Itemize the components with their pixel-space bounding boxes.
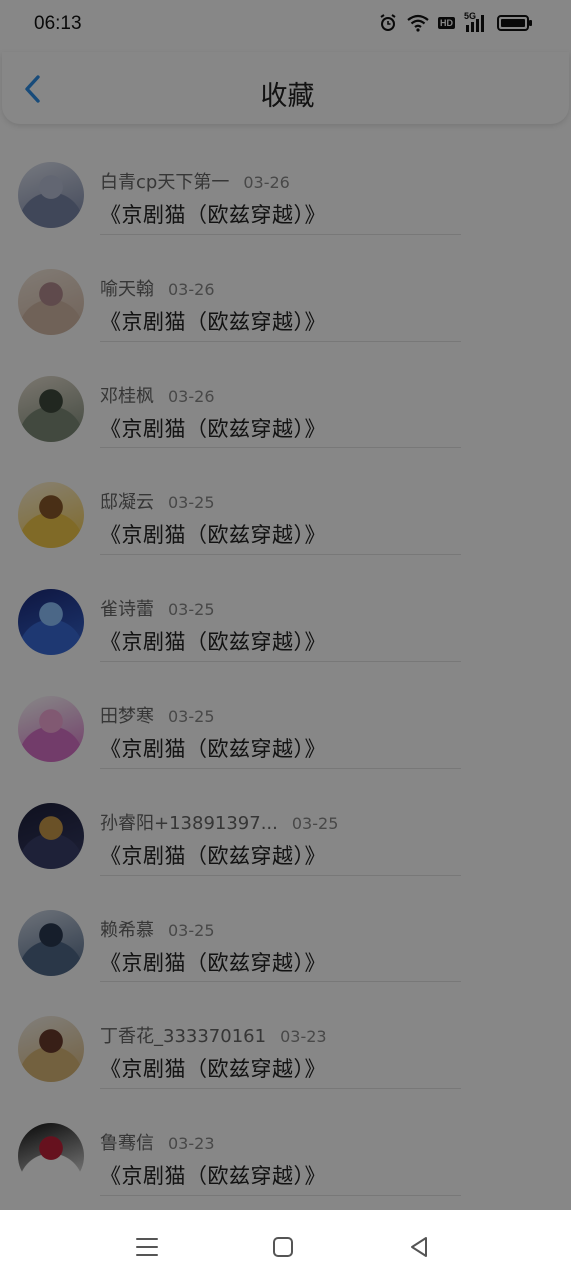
name-line: 邸凝云 03-25	[100, 488, 215, 514]
user-name: 鲁骞信	[100, 1133, 154, 1155]
user-name: 丁香花_333370161	[100, 1026, 267, 1048]
story-title[interactable]: 《京剧猫（欧兹穿越）》	[100, 626, 326, 656]
wifi-icon	[407, 14, 429, 32]
favorite-date: 03-25	[291, 813, 339, 833]
favorite-item[interactable]: 田梦寒 03-25 《京剧猫（欧兹穿越）》	[0, 660, 571, 769]
avatar[interactable]	[18, 1123, 84, 1190]
status-bar: 06:13 HD 5G	[0, 0, 571, 52]
avatar[interactable]	[18, 695, 84, 762]
name-line: 孙睿阳+13891397... 03-25	[100, 809, 338, 835]
name-line: 田梦寒 03-25	[100, 702, 215, 728]
story-title[interactable]: 《京剧猫（欧兹穿越）》	[100, 413, 326, 443]
menu-button[interactable]	[132, 1232, 162, 1262]
avatar[interactable]	[18, 589, 84, 656]
name-line: 白青cp天下第一 03-26	[100, 168, 290, 194]
name-line: 雀诗蕾 03-25	[100, 595, 215, 621]
user-name: 田梦寒	[100, 705, 154, 727]
favorite-item[interactable]: 鲁骞信 03-23 《京剧猫（欧兹穿越）》	[0, 1087, 571, 1196]
user-name: 雀诗蕾	[100, 599, 154, 621]
user-name: 喻天翰	[100, 278, 154, 300]
header: 收藏	[2, 52, 569, 124]
avatar[interactable]	[18, 162, 84, 228]
name-line: 丁香花_333370161 03-23	[100, 1022, 327, 1048]
name-line: 赖希慕 03-25	[100, 916, 215, 942]
avatar[interactable]	[18, 802, 84, 869]
avatar[interactable]	[18, 268, 84, 335]
story-title[interactable]: 《京剧猫（欧兹穿越）》	[100, 947, 326, 977]
divider	[100, 1194, 461, 1196]
home-icon	[273, 1237, 293, 1257]
favorite-item[interactable]: 邓桂枫 03-26 《京剧猫（欧兹穿越）》	[0, 340, 571, 449]
favorite-item[interactable]: 雀诗蕾 03-25 《京剧猫（欧兹穿越）》	[0, 553, 571, 662]
favorite-item[interactable]: 喻天翰 03-26 《京剧猫（欧兹穿越）》	[0, 233, 571, 342]
avatar[interactable]	[18, 1016, 84, 1083]
user-name: 白青cp天下第一	[100, 172, 230, 193]
story-title[interactable]: 《京剧猫（欧兹穿越）》	[100, 519, 326, 549]
favorite-date: 03-25	[168, 920, 215, 940]
favorite-date: 03-25	[168, 600, 215, 620]
name-line: 鲁骞信 03-23	[100, 1129, 215, 1155]
hd-icon: HD	[438, 17, 455, 29]
story-title[interactable]: 《京剧猫（欧兹穿越）》	[100, 1160, 326, 1190]
back-nav-button[interactable]	[404, 1232, 434, 1262]
favorite-item[interactable]: 白青cp天下第一 03-26 《京剧猫（欧兹穿越）》	[0, 126, 571, 235]
story-title[interactable]: 《京剧猫（欧兹穿越）》	[100, 199, 326, 229]
home-button[interactable]	[268, 1232, 298, 1262]
favorite-item[interactable]: 邸凝云 03-25 《京剧猫（欧兹穿越）》	[0, 446, 571, 556]
favorite-item[interactable]: 赖希慕 03-25 《京剧猫（欧兹穿越）》	[0, 874, 571, 983]
user-name: 邸凝云	[100, 492, 154, 514]
story-title[interactable]: 《京剧猫（欧兹穿越）》	[100, 840, 326, 870]
favorite-item[interactable]: 丁香花_333370161 03-23 《京剧猫（欧兹穿越）》	[0, 980, 571, 1090]
favorite-date: 03-25	[168, 493, 215, 513]
story-title[interactable]: 《京剧猫（欧兹穿越）》	[100, 306, 326, 336]
user-name: 邓桂枫	[100, 385, 154, 407]
name-line: 喻天翰 03-26	[100, 275, 215, 301]
favorite-date: 03-26	[168, 386, 215, 406]
favorite-date: 03-23	[280, 1027, 327, 1047]
avatar[interactable]	[18, 482, 84, 549]
story-title[interactable]: 《京剧猫（欧兹穿越）》	[100, 733, 326, 763]
user-name: 赖希慕	[100, 919, 154, 941]
menu-icon	[136, 1238, 158, 1256]
name-line: 邓桂枫 03-26	[100, 382, 215, 408]
avatar[interactable]	[18, 375, 84, 442]
favorite-date: 03-26	[168, 279, 215, 299]
battery-icon	[497, 15, 532, 31]
system-nav-bar	[0, 1210, 571, 1280]
favorites-list: 白青cp天下第一 03-26 《京剧猫（欧兹穿越）》 喻天翰 03-26 《京剧猫（欧兹穿…	[0, 126, 571, 1196]
favorite-item[interactable]: 孙睿阳+13891397... 03-25 《京剧猫（欧兹穿越）》	[0, 767, 571, 876]
favorite-date: 03-25	[168, 706, 215, 726]
alarm-icon	[380, 14, 396, 31]
story-title[interactable]: 《京剧猫（欧兹穿越）》	[100, 1053, 326, 1083]
avatar[interactable]	[18, 909, 84, 976]
status-time: 06:13	[34, 13, 82, 34]
signal-5g-icon: 5G	[464, 11, 488, 33]
status-icons: HD 5G	[378, 11, 533, 33]
favorite-date: 03-26	[243, 173, 290, 192]
back-triangle-icon	[411, 1237, 427, 1257]
page-title: 收藏	[260, 81, 315, 112]
user-name: 孙睿阳+13891397...	[100, 812, 278, 834]
favorite-date: 03-23	[168, 1134, 215, 1154]
